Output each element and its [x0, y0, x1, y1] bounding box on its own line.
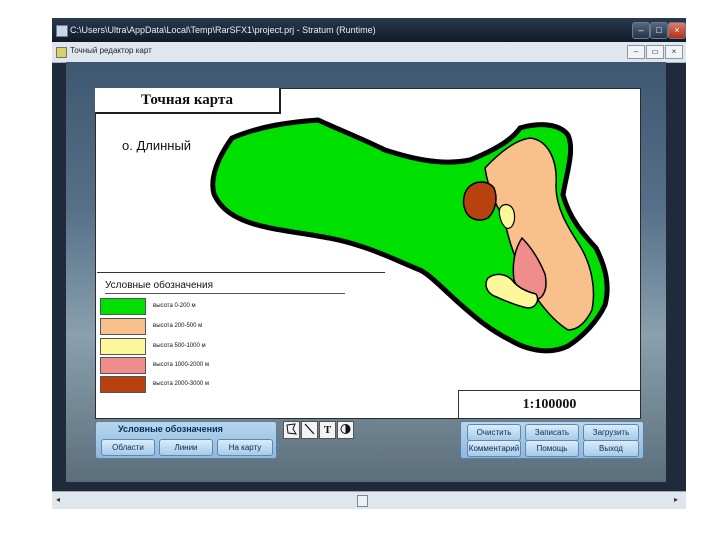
text-tool-icon[interactable]: T: [319, 421, 336, 439]
to-map-button[interactable]: На карту: [217, 439, 273, 456]
clear-button[interactable]: Очистить: [467, 424, 521, 441]
legend-label: высота 200-500 м: [153, 323, 203, 329]
map-legend: Условные обозначения высота 0-200 м высо…: [97, 272, 385, 416]
line-tool-icon[interactable]: [301, 421, 318, 439]
legend-label: высота 2000-3000 м: [153, 381, 209, 387]
horizontal-scrollbar[interactable]: ◂ ▸: [52, 491, 686, 509]
legend-title-underline: [105, 293, 345, 294]
areas-button[interactable]: Области: [101, 439, 155, 456]
legend-swatch: [100, 338, 146, 355]
exit-button[interactable]: Выход: [583, 440, 639, 457]
save-button[interactable]: Записать: [525, 424, 579, 441]
action-controls-panel: Очистить Записать Загрузить Комментарий …: [460, 421, 644, 459]
legend-swatch: [100, 357, 146, 374]
lines-button[interactable]: Линии: [159, 439, 213, 456]
legend-swatch: [100, 298, 146, 315]
load-button[interactable]: Загрузить: [583, 424, 639, 441]
legend-label: высота 500-1000 м: [153, 343, 206, 349]
legend-title: Условные обозначения: [105, 280, 214, 291]
comment-button[interactable]: Комментарий: [467, 440, 521, 457]
legend-label: высота 1000-2000 м: [153, 362, 209, 368]
legend-controls-panel: Условные обозначения Области Линии На ка…: [95, 421, 277, 459]
legend-swatch: [100, 318, 146, 335]
zone-2000-3000: [462, 181, 497, 221]
polygon-tool-icon[interactable]: [283, 421, 300, 439]
legend-top-rule: [97, 272, 385, 273]
legend-panel-title: Условные обозначения: [118, 424, 223, 434]
contrast-tool-icon[interactable]: [337, 421, 354, 439]
scroll-thumb[interactable]: [357, 495, 368, 507]
help-button[interactable]: Помощь: [525, 440, 579, 457]
island-name-label: о. Длинный: [122, 138, 192, 153]
legend-label: высота 0-200 м: [153, 303, 196, 309]
scroll-left-icon[interactable]: ◂: [56, 495, 60, 504]
map-title: Точная карта: [95, 88, 281, 114]
scroll-right-icon[interactable]: ▸: [674, 495, 678, 504]
map-scale: 1:100000: [458, 390, 640, 418]
island-map: [210, 117, 610, 354]
legend-swatch: [100, 376, 146, 393]
